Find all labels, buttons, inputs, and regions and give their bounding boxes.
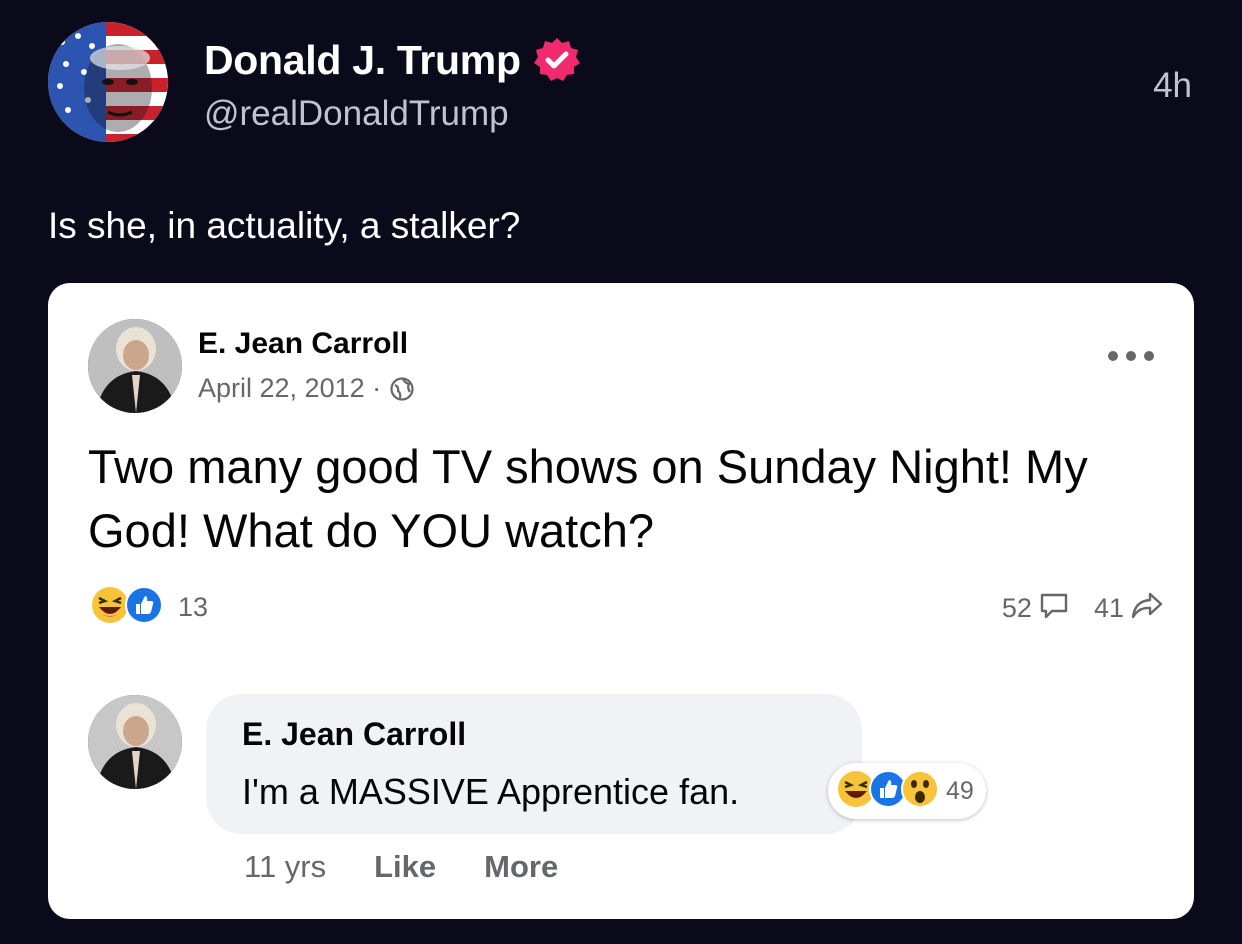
comment-actions: 11 yrs Like More bbox=[244, 849, 558, 885]
embedded-author-name: E. Jean Carroll bbox=[198, 327, 409, 360]
comment-reaction-count: 49 bbox=[946, 776, 974, 805]
post-text: Is she, in actuality, a stalker? bbox=[48, 205, 521, 246]
author-name-text[interactable]: Donald J. Trump bbox=[204, 37, 521, 84]
embedded-reactions: 13 bbox=[90, 585, 208, 630]
post-header: Donald J. Trump @realDonaldTrump 4h bbox=[48, 22, 1198, 144]
embedded-reaction-count: 13 bbox=[178, 592, 209, 622]
embedded-engagement-counts: 52 41 bbox=[996, 589, 1164, 628]
embedded-post-date: April 22, 2012 · bbox=[198, 373, 415, 404]
comment-more-button: More bbox=[484, 849, 559, 884]
share-icon bbox=[1130, 589, 1164, 628]
comment-count: 52 bbox=[1001, 593, 1032, 623]
embedded-image-card[interactable]: E. Jean Carroll April 22, 2012 · Two man… bbox=[48, 283, 1194, 919]
comment-icon bbox=[1038, 589, 1070, 628]
comment-author-name: E. Jean Carroll bbox=[242, 716, 467, 752]
share-count: 41 bbox=[1093, 593, 1124, 623]
comment-text: I'm a MASSIVE Apprentice fan. bbox=[242, 771, 740, 812]
embedded-author-avatar bbox=[88, 319, 182, 413]
comment-like-button: Like bbox=[374, 849, 437, 884]
post-time[interactable]: 4h bbox=[1153, 66, 1192, 106]
wow-reaction-icon bbox=[900, 769, 940, 814]
author-handle[interactable]: @realDonaldTrump bbox=[204, 94, 509, 134]
embedded-post-text: Two many good TV shows on Sunday Night! … bbox=[88, 440, 1088, 557]
more-options-icon bbox=[1106, 349, 1156, 363]
comment-reactions: 49 bbox=[828, 763, 986, 819]
verified-badge-icon bbox=[533, 36, 581, 84]
embedded-post-date-text: April 22, 2012 · bbox=[198, 373, 382, 403]
comment-author-avatar bbox=[88, 695, 182, 789]
globe-icon bbox=[389, 376, 415, 402]
comment-time: 11 yrs bbox=[244, 849, 327, 884]
comment-bubble: E. Jean Carroll I'm a MASSIVE Apprentice… bbox=[206, 694, 862, 834]
like-reaction-icon bbox=[124, 585, 164, 630]
author-name[interactable]: Donald J. Trump bbox=[204, 36, 581, 84]
author-avatar[interactable] bbox=[48, 22, 168, 142]
